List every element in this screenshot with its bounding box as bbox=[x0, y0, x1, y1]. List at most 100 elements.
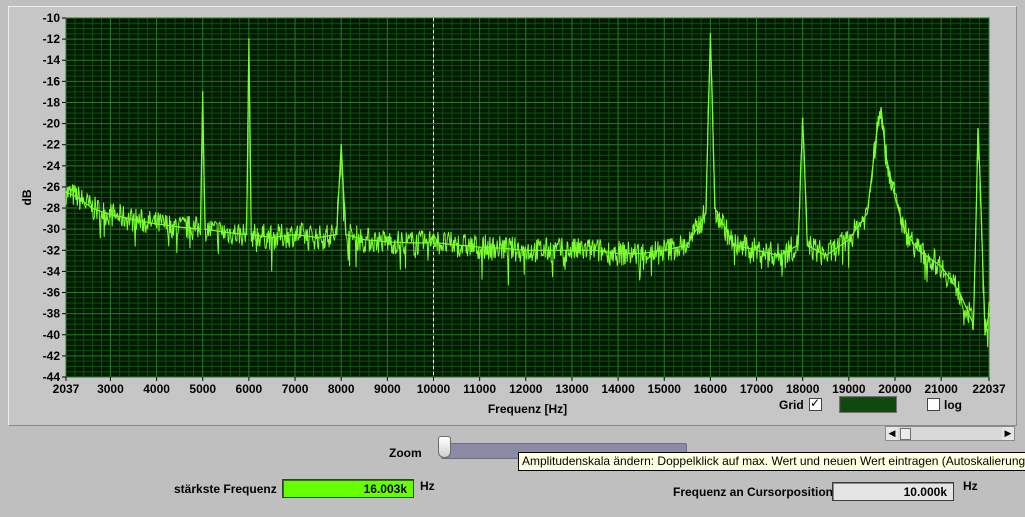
data-point bbox=[571, 249, 573, 252]
data-point bbox=[875, 133, 878, 135]
zoom-label: Zoom bbox=[389, 446, 422, 460]
y-tick-label: -18 bbox=[43, 95, 61, 109]
data-point bbox=[409, 242, 412, 244]
data-point bbox=[988, 312, 990, 315]
data-point bbox=[250, 233, 252, 236]
data-point bbox=[335, 233, 338, 236]
data-point bbox=[548, 249, 550, 252]
x-tick-label: 8000 bbox=[328, 382, 355, 396]
y-tick-label: -26 bbox=[43, 180, 61, 194]
y-tick-label: -30 bbox=[43, 222, 61, 236]
data-point bbox=[501, 247, 504, 249]
log-label: log bbox=[944, 398, 962, 412]
data-point bbox=[778, 254, 781, 257]
cursor-frequency-value[interactable]: 10.000k bbox=[832, 482, 954, 501]
grid-color-swatch[interactable] bbox=[839, 396, 897, 413]
tooltip: Amplitudenskala ändern: Doppelklick auf … bbox=[518, 452, 1025, 471]
data-point bbox=[345, 233, 347, 236]
data-point bbox=[977, 128, 979, 130]
data-point bbox=[801, 117, 804, 120]
data-point bbox=[903, 228, 906, 230]
x-tick-label: 20000 bbox=[878, 382, 912, 396]
data-point bbox=[340, 143, 342, 146]
y-tick-label: -28 bbox=[43, 201, 61, 215]
data-point bbox=[797, 244, 799, 246]
data-point bbox=[118, 215, 121, 218]
y-tick-label: -16 bbox=[43, 74, 61, 88]
data-point bbox=[65, 191, 67, 194]
data-point bbox=[594, 249, 596, 252]
data-point bbox=[972, 323, 975, 326]
data-point bbox=[428, 242, 430, 244]
x-tick-label: 22037 bbox=[972, 382, 1006, 396]
x-axis-label: Frequenz [Hz] bbox=[488, 402, 567, 416]
x-tick-label: 2037 bbox=[53, 382, 80, 396]
check-mark-icon: ✓ bbox=[810, 396, 821, 410]
x-scrollbar[interactable]: ◀ ▶ bbox=[885, 426, 1015, 441]
x-tick-label: 17000 bbox=[740, 382, 774, 396]
x-tick-label: 4000 bbox=[143, 382, 170, 396]
data-point bbox=[137, 219, 139, 222]
grid-label: Grid bbox=[779, 398, 804, 412]
data-point bbox=[105, 212, 107, 215]
data-point bbox=[824, 254, 827, 257]
grid-checkbox[interactable]: ✓ bbox=[809, 396, 822, 411]
x-tick-label: 15000 bbox=[648, 382, 682, 396]
data-point bbox=[984, 333, 986, 336]
data-point bbox=[432, 233, 435, 236]
data-point bbox=[686, 244, 689, 246]
data-point bbox=[958, 291, 961, 294]
data-point bbox=[245, 233, 248, 236]
y-tick-label: -32 bbox=[43, 243, 61, 257]
y-tick-label: -42 bbox=[43, 349, 61, 363]
data-point bbox=[199, 228, 202, 230]
x-tick-label: 21000 bbox=[924, 382, 958, 396]
data-point bbox=[617, 252, 619, 255]
x-tick-label: 14000 bbox=[601, 382, 635, 396]
spectrum-chart[interactable]: 2037 3000 4000 5000 6000 7000 8000 9000 10000 110… bbox=[0, 0, 1025, 420]
scroll-right-icon[interactable]: ▶ bbox=[1002, 427, 1014, 440]
cursor-frequency-unit: Hz bbox=[963, 479, 978, 493]
data-point bbox=[848, 238, 850, 241]
data-point bbox=[437, 242, 439, 244]
x-tick-label: 18000 bbox=[786, 382, 820, 396]
data-point bbox=[917, 249, 919, 252]
y-axis-label: dB bbox=[20, 189, 34, 205]
x-tick-label: 16000 bbox=[694, 382, 728, 396]
log-checkbox[interactable] bbox=[927, 398, 940, 411]
data-point bbox=[866, 212, 869, 215]
y-tick-label: -40 bbox=[43, 328, 61, 342]
data-point bbox=[155, 223, 158, 225]
x-tick-label: 5000 bbox=[189, 382, 216, 396]
data-point bbox=[732, 244, 735, 246]
data-point bbox=[640, 252, 642, 255]
data-point bbox=[271, 236, 273, 239]
data-point bbox=[201, 91, 204, 93]
data-point bbox=[663, 249, 666, 252]
scroll-thumb[interactable] bbox=[900, 428, 911, 440]
y-tick-label: -12 bbox=[43, 32, 61, 46]
data-point bbox=[755, 249, 758, 252]
data-point bbox=[178, 226, 181, 228]
zoom-slider-thumb[interactable] bbox=[438, 436, 451, 458]
data-point bbox=[806, 244, 809, 246]
scroll-left-icon[interactable]: ◀ bbox=[886, 427, 898, 440]
data-point bbox=[894, 196, 896, 199]
x-tick-label: 6000 bbox=[236, 382, 263, 396]
peak-frequency-value: 16.003k bbox=[282, 479, 414, 498]
x-tick-label: 12000 bbox=[509, 382, 543, 396]
data-point bbox=[704, 212, 707, 215]
data-point bbox=[884, 154, 887, 157]
data-point bbox=[974, 228, 977, 230]
data-point bbox=[294, 233, 296, 236]
data-point bbox=[225, 231, 227, 234]
cursor-frequency-label: Frequenz an Cursorposition bbox=[673, 485, 834, 499]
data-point bbox=[204, 228, 206, 230]
y-tick-label: -38 bbox=[43, 307, 61, 321]
data-point bbox=[940, 265, 942, 267]
data-point bbox=[386, 241, 389, 243]
data-point bbox=[91, 207, 93, 209]
data-point bbox=[248, 38, 250, 40]
data-point bbox=[77, 196, 79, 199]
data-point bbox=[478, 246, 481, 248]
